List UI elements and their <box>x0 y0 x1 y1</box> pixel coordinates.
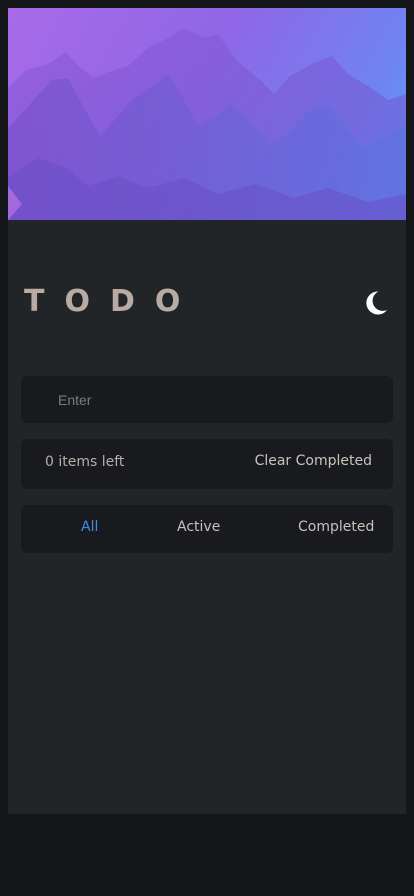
header-background-image <box>8 8 406 220</box>
new-todo-card <box>21 376 393 423</box>
new-todo-input[interactable] <box>21 376 393 423</box>
clear-completed-button[interactable]: Clear Completed <box>255 453 372 469</box>
app-container: TODO 0 items left Clear Completed All Ac… <box>8 8 406 814</box>
moon-icon <box>366 291 387 315</box>
items-left-count: 0 items left <box>45 454 125 470</box>
filter-completed-tab[interactable]: Completed <box>298 519 374 535</box>
filter-active-tab[interactable]: Active <box>177 519 220 535</box>
app-title: TODO <box>24 284 201 319</box>
filter-all-tab[interactable]: All <box>81 519 98 535</box>
todo-status-bar: 0 items left Clear Completed <box>21 439 393 489</box>
theme-toggle-button[interactable] <box>360 288 390 318</box>
mountain-illustration <box>8 28 406 220</box>
filter-bar: All Active Completed <box>21 505 393 553</box>
